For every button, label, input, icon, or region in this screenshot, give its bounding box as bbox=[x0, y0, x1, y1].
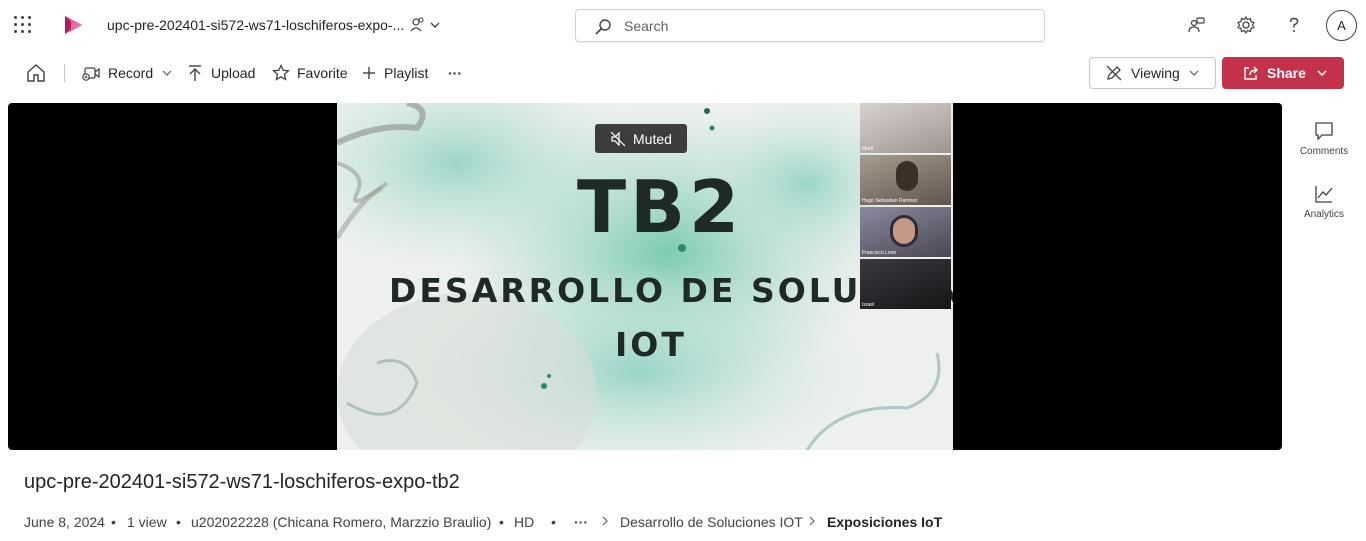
comments-label: Comments bbox=[1299, 146, 1349, 157]
video-title: upc-pre-202401-si572-ws71-loschiferos-ex… bbox=[24, 471, 460, 493]
upload-label: Upload bbox=[211, 65, 256, 81]
video-frame[interactable]: Muted TB2 DESARROLLO DE SOLUCION IOT Mar… bbox=[337, 103, 953, 450]
edit-off-icon bbox=[1106, 65, 1122, 81]
participant-tile: Marti bbox=[860, 103, 951, 153]
record-button[interactable]: Record bbox=[81, 62, 173, 84]
favorite-button[interactable]: Favorite bbox=[272, 62, 348, 84]
chevron-down-icon bbox=[1317, 70, 1327, 76]
view-count: 1 view bbox=[127, 514, 167, 530]
toolbar-divider bbox=[64, 64, 65, 82]
video-player[interactable]: Muted TB2 DESARROLLO DE SOLUCION IOT Mar… bbox=[8, 103, 1282, 450]
participant-name: Israel bbox=[862, 302, 875, 308]
stream-logo-icon[interactable] bbox=[62, 14, 84, 36]
analytics-label: Analytics bbox=[1303, 209, 1344, 220]
share-label: Share bbox=[1267, 65, 1306, 81]
participant-tile: Francisco Leon bbox=[860, 207, 951, 257]
star-icon bbox=[272, 64, 290, 81]
unmute-button[interactable]: Muted bbox=[595, 124, 687, 153]
muted-label: Muted bbox=[633, 130, 672, 147]
home-icon[interactable] bbox=[25, 62, 47, 84]
participant-avatar bbox=[890, 215, 918, 247]
analytics-icon bbox=[1315, 186, 1333, 203]
participant-name: Marti bbox=[862, 146, 874, 152]
plus-icon bbox=[363, 67, 375, 79]
record-icon bbox=[82, 67, 100, 81]
chevron-right-icon bbox=[600, 514, 610, 531]
chevron-down-icon bbox=[162, 70, 172, 76]
chevron-right-icon bbox=[807, 514, 817, 531]
search-icon bbox=[595, 19, 611, 35]
file-title[interactable]: upc-pre-202401-si572-ws71-loschiferos-ex… bbox=[107, 17, 404, 33]
participant-name: Francisco Leon bbox=[862, 250, 897, 256]
participant-avatar bbox=[896, 161, 918, 191]
participant-tiles: Marti Hugo Sebastian Ramirez Francisco L… bbox=[860, 103, 953, 309]
speaker-muted-icon bbox=[610, 131, 626, 146]
comments-button[interactable]: Comments bbox=[1294, 120, 1354, 157]
owner-link[interactable]: u202022228 (Chicana Romero, Marzzio Brau… bbox=[191, 514, 491, 530]
meta-separator: • bbox=[551, 514, 556, 530]
upload-button[interactable]: Upload bbox=[186, 62, 255, 84]
breadcrumb-more-button[interactable]: ··· bbox=[574, 514, 588, 530]
meta-separator: • bbox=[111, 514, 116, 530]
meta-separator: • bbox=[499, 514, 504, 530]
share-icon bbox=[1244, 66, 1258, 80]
gear-icon[interactable] bbox=[1236, 15, 1256, 35]
command-bar: Record Upload Favorite Playlist ··· View bbox=[0, 53, 1366, 93]
slide-subtitle-line2: IOT bbox=[615, 325, 687, 364]
upload-date: June 8, 2024 bbox=[24, 514, 105, 530]
upload-icon bbox=[189, 65, 201, 81]
quality-badge: HD bbox=[514, 514, 535, 530]
slide-title: TB2 bbox=[577, 165, 744, 249]
analytics-button[interactable]: Analytics bbox=[1294, 183, 1354, 220]
share-button[interactable]: Share bbox=[1222, 57, 1344, 89]
search-input[interactable]: Search bbox=[575, 9, 1045, 42]
breadcrumb-current[interactable]: Exposiciones IoT bbox=[827, 514, 942, 530]
participant-tile: Israel bbox=[860, 259, 951, 309]
top-bar: upc-pre-202401-si572-ws71-loschiferos-ex… bbox=[0, 0, 1366, 50]
chevron-down-icon bbox=[1189, 70, 1199, 76]
viewing-label: Viewing bbox=[1131, 65, 1180, 81]
viewing-mode-dropdown[interactable]: Viewing bbox=[1089, 57, 1216, 89]
participant-name: Hugo Sebastian Ramirez bbox=[862, 198, 918, 204]
search-placeholder: Search bbox=[624, 18, 669, 34]
shared-people-dropdown-icon[interactable] bbox=[409, 16, 443, 34]
favorite-label: Favorite bbox=[297, 65, 348, 81]
breadcrumb-parent[interactable]: Desarrollo de Soluciones IOT bbox=[620, 514, 803, 530]
comment-icon bbox=[1315, 122, 1333, 141]
record-label: Record bbox=[108, 65, 154, 81]
help-icon[interactable] bbox=[1284, 15, 1304, 35]
avatar[interactable]: A bbox=[1326, 10, 1357, 41]
playlist-button[interactable]: Playlist bbox=[361, 62, 428, 84]
playlist-label: Playlist bbox=[384, 65, 429, 81]
meta-separator: • bbox=[176, 514, 181, 530]
more-options-button[interactable]: ··· bbox=[448, 62, 462, 84]
app-launcher-icon[interactable] bbox=[14, 16, 32, 34]
feedback-icon[interactable] bbox=[1187, 15, 1207, 35]
participant-tile: Hugo Sebastian Ramirez bbox=[860, 155, 951, 205]
